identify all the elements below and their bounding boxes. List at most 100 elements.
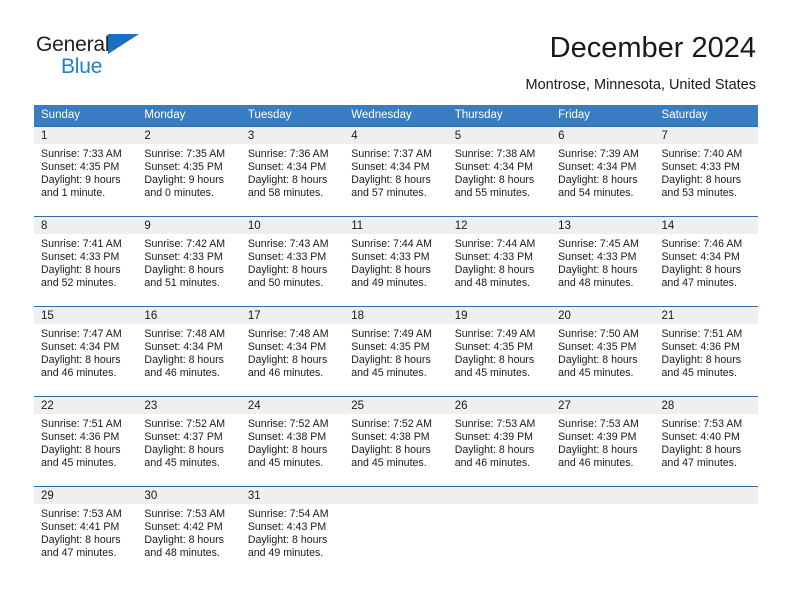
sunrise-text: Sunrise: 7:45 AM — [558, 238, 639, 250]
day-cell-empty — [551, 486, 655, 576]
day-cell[interactable]: 23 Sunrise: 7:52 AM Sunset: 4:37 PM Dayl… — [137, 396, 241, 487]
day-info: Sunrise: 7:48 AM Sunset: 4:34 PM Dayligh… — [137, 324, 240, 380]
day-cell[interactable]: 25 Sunrise: 7:52 AM Sunset: 4:38 PM Dayl… — [344, 396, 448, 487]
day-cell[interactable]: 22 Sunrise: 7:51 AM Sunset: 4:36 PM Dayl… — [34, 396, 138, 487]
daylight-text-line1: Daylight: 8 hours — [558, 174, 638, 187]
day-cell[interactable]: 19 Sunrise: 7:49 AM Sunset: 4:35 PM Dayl… — [447, 306, 552, 397]
daylight-text-line2: and 45 minutes. — [351, 457, 427, 470]
sunrise-text: Sunrise: 7:33 AM — [41, 148, 122, 160]
sunrise-text: Sunrise: 7:53 AM — [41, 508, 122, 520]
day-number: 22 — [34, 397, 138, 414]
day-number: 31 — [240, 487, 345, 504]
day-cell[interactable]: 4 Sunrise: 7:37 AM Sunset: 4:34 PM Dayli… — [344, 126, 448, 217]
day-cell[interactable]: 27 Sunrise: 7:53 AM Sunset: 4:39 PM Dayl… — [551, 396, 655, 487]
sunset-text: Sunset: 4:34 PM — [247, 161, 327, 174]
sunrise-text: Sunrise: 7:37 AM — [351, 148, 432, 160]
day-info: Sunrise: 7:49 AM Sunset: 4:35 PM Dayligh… — [344, 324, 447, 380]
weekday-header-row: Sunday Monday Tuesday Wednesday Thursday… — [34, 105, 758, 127]
sunset-text: Sunset: 4:34 PM — [247, 341, 327, 354]
day-cell[interactable]: 2 Sunrise: 7:35 AM Sunset: 4:35 PM Dayli… — [137, 126, 241, 217]
day-cell[interactable]: 16 Sunrise: 7:48 AM Sunset: 4:34 PM Dayl… — [137, 306, 241, 397]
day-info: Sunrise: 7:36 AM Sunset: 4:34 PM Dayligh… — [241, 144, 344, 200]
daylight-text-line1: Daylight: 8 hours — [247, 444, 328, 457]
sunrise-text: Sunrise: 7:53 AM — [454, 418, 536, 430]
day-info: Sunrise: 7:44 AM Sunset: 4:33 PM Dayligh… — [448, 234, 551, 290]
sunset-text: Sunset: 4:39 PM — [454, 431, 534, 444]
day-number: 1 — [34, 127, 138, 144]
day-info: Sunrise: 7:49 AM Sunset: 4:35 PM Dayligh… — [448, 324, 551, 380]
sunrise-text: Sunrise: 7:53 AM — [144, 508, 226, 520]
day-cell[interactable]: 17 Sunrise: 7:48 AM Sunset: 4:34 PM Dayl… — [240, 306, 345, 397]
day-info: Sunrise: 7:47 AM Sunset: 4:34 PM Dayligh… — [34, 324, 137, 380]
daylight-text-line1: Daylight: 8 hours — [661, 264, 742, 277]
day-cell[interactable]: 3 Sunrise: 7:36 AM Sunset: 4:34 PM Dayli… — [240, 126, 345, 217]
weekday-header-tuesday: Tuesday — [240, 105, 345, 127]
sunset-text: Sunset: 4:34 PM — [144, 341, 223, 354]
daylight-text-line2: and 46 minutes. — [41, 367, 117, 380]
daylight-text-line2: and 45 minutes. — [247, 457, 324, 470]
day-cell[interactable]: 21 Sunrise: 7:51 AM Sunset: 4:36 PM Dayl… — [654, 306, 758, 397]
day-cell[interactable]: 20 Sunrise: 7:50 AM Sunset: 4:35 PM Dayl… — [551, 306, 655, 397]
daylight-text-line1: Daylight: 8 hours — [41, 444, 121, 457]
daylight-text-line1: Daylight: 8 hours — [558, 444, 638, 457]
sunset-text: Sunset: 4:40 PM — [661, 431, 740, 444]
day-cell[interactable]: 8 Sunrise: 7:41 AM Sunset: 4:33 PM Dayli… — [34, 216, 138, 307]
day-cell[interactable]: 24 Sunrise: 7:52 AM Sunset: 4:38 PM Dayl… — [240, 396, 345, 487]
day-info: Sunrise: 7:53 AM Sunset: 4:39 PM Dayligh… — [448, 414, 551, 470]
daylight-text-line1: Daylight: 8 hours — [454, 264, 535, 277]
daylight-text-line1: Daylight: 8 hours — [454, 174, 535, 187]
sunset-text: Sunset: 4:35 PM — [41, 161, 120, 174]
day-number: 17 — [240, 307, 345, 324]
sunrise-text: Sunrise: 7:39 AM — [558, 148, 639, 160]
daylight-text-line2: and 48 minutes. — [454, 277, 531, 290]
sunrise-text: Sunrise: 7:54 AM — [247, 508, 329, 520]
daylight-text-line2: and 50 minutes. — [247, 277, 324, 290]
daylight-text-line1: Daylight: 8 hours — [351, 354, 431, 367]
daylight-text-line2: and 45 minutes. — [558, 367, 634, 380]
daylight-text-line1: Daylight: 8 hours — [41, 534, 121, 547]
sunset-text: Sunset: 4:33 PM — [351, 251, 430, 264]
daylight-text-line1: Daylight: 8 hours — [661, 444, 742, 457]
day-cell[interactable]: 6 Sunrise: 7:39 AM Sunset: 4:34 PM Dayli… — [551, 126, 655, 217]
day-cell[interactable]: 10 Sunrise: 7:43 AM Sunset: 4:33 PM Dayl… — [240, 216, 345, 307]
sunset-text: Sunset: 4:41 PM — [41, 521, 120, 534]
day-number: 19 — [447, 307, 552, 324]
day-cell[interactable]: 14 Sunrise: 7:46 AM Sunset: 4:34 PM Dayl… — [654, 216, 758, 307]
day-cell[interactable]: 15 Sunrise: 7:47 AM Sunset: 4:34 PM Dayl… — [34, 306, 138, 397]
day-info: Sunrise: 7:54 AM Sunset: 4:43 PM Dayligh… — [241, 504, 344, 560]
sunrise-text: Sunrise: 7:52 AM — [144, 418, 226, 430]
day-cell[interactable]: 12 Sunrise: 7:44 AM Sunset: 4:33 PM Dayl… — [447, 216, 552, 307]
day-cell[interactable]: 13 Sunrise: 7:45 AM Sunset: 4:33 PM Dayl… — [551, 216, 655, 307]
sunset-text: Sunset: 4:35 PM — [454, 341, 534, 354]
day-cell[interactable]: 18 Sunrise: 7:49 AM Sunset: 4:35 PM Dayl… — [344, 306, 448, 397]
generalblue-logo[interactable]: General Blue — [36, 33, 156, 83]
day-info: Sunrise: 7:33 AM Sunset: 4:35 PM Dayligh… — [34, 144, 137, 200]
day-cell[interactable]: 11 Sunrise: 7:44 AM Sunset: 4:33 PM Dayl… — [344, 216, 448, 307]
day-cell[interactable]: 26 Sunrise: 7:53 AM Sunset: 4:39 PM Dayl… — [447, 396, 552, 487]
day-cell[interactable]: 7 Sunrise: 7:40 AM Sunset: 4:33 PM Dayli… — [654, 126, 758, 217]
daylight-text-line1: Daylight: 8 hours — [661, 354, 742, 367]
day-cell[interactable]: 9 Sunrise: 7:42 AM Sunset: 4:33 PM Dayli… — [137, 216, 241, 307]
sunrise-text: Sunrise: 7:44 AM — [351, 238, 432, 250]
sunrise-text: Sunrise: 7:53 AM — [661, 418, 743, 430]
sunrise-text: Sunrise: 7:42 AM — [144, 238, 226, 250]
sunset-text: Sunset: 4:36 PM — [41, 431, 120, 444]
sunset-text: Sunset: 4:42 PM — [144, 521, 223, 534]
day-cell[interactable]: 30 Sunrise: 7:53 AM Sunset: 4:42 PM Dayl… — [137, 486, 241, 576]
day-cell[interactable]: 29 Sunrise: 7:53 AM Sunset: 4:41 PM Dayl… — [34, 486, 138, 576]
day-cell[interactable]: 1 Sunrise: 7:33 AM Sunset: 4:35 PM Dayli… — [34, 126, 138, 217]
daylight-text-line2: and 49 minutes. — [247, 547, 324, 560]
day-info: Sunrise: 7:48 AM Sunset: 4:34 PM Dayligh… — [241, 324, 344, 380]
day-cell[interactable]: 31 Sunrise: 7:54 AM Sunset: 4:43 PM Dayl… — [240, 486, 345, 576]
triangle-icon — [108, 34, 139, 54]
sunset-text: Sunset: 4:34 PM — [558, 161, 637, 174]
daylight-text-line1: Daylight: 8 hours — [558, 354, 638, 367]
day-cell[interactable]: 5 Sunrise: 7:38 AM Sunset: 4:34 PM Dayli… — [447, 126, 552, 217]
daylight-text-line1: Daylight: 9 hours — [41, 174, 121, 187]
day-cell[interactable]: 28 Sunrise: 7:53 AM Sunset: 4:40 PM Dayl… — [654, 396, 758, 487]
day-info: Sunrise: 7:41 AM Sunset: 4:33 PM Dayligh… — [34, 234, 137, 290]
sunrise-text: Sunrise: 7:47 AM — [41, 328, 122, 340]
day-info: Sunrise: 7:40 AM Sunset: 4:33 PM Dayligh… — [655, 144, 758, 200]
daylight-text-line2: and 45 minutes. — [41, 457, 117, 470]
sunset-text: Sunset: 4:34 PM — [454, 161, 534, 174]
